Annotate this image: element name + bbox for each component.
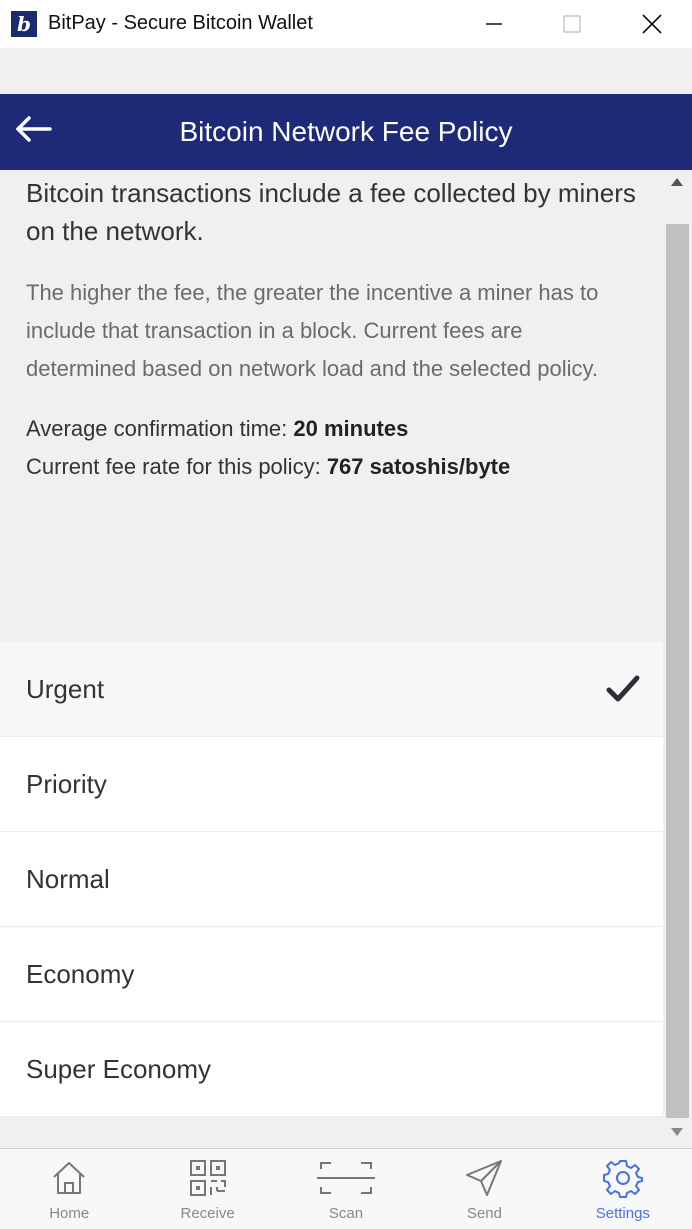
- fee-rate-row: Current fee rate for this policy: 767 sa…: [26, 448, 637, 486]
- fee-option-economy[interactable]: Economy: [0, 927, 663, 1022]
- fee-policy-content: Bitcoin transactions include a fee colle…: [0, 170, 663, 1148]
- fee-rate-value: 767 satoshis/byte: [326, 454, 511, 479]
- tab-label: Scan: [328, 1205, 364, 1222]
- window-titlebar: b BitPay - Secure Bitcoin Wallet: [0, 0, 692, 48]
- tab-label: Home: [49, 1205, 90, 1222]
- fee-info-section: Bitcoin transactions include a fee colle…: [0, 170, 663, 642]
- tab-scan[interactable]: Scan: [277, 1149, 415, 1229]
- fee-option-normal[interactable]: Normal: [0, 832, 663, 927]
- tab-label: Receive: [180, 1205, 235, 1222]
- scroll-down-arrow-icon[interactable]: [671, 1128, 683, 1136]
- home-icon: [53, 1162, 85, 1194]
- gear-icon: [602, 1160, 643, 1198]
- page-title: Bitcoin Network Fee Policy: [179, 116, 513, 147]
- fee-option-urgent[interactable]: Urgent: [0, 642, 663, 737]
- qr-code-icon: [189, 1160, 226, 1196]
- confirmation-time-label: Average confirmation time:: [26, 416, 288, 441]
- scroll-up-arrow-icon[interactable]: [671, 178, 683, 186]
- close-button[interactable]: [622, 0, 682, 48]
- minimize-icon: [486, 23, 502, 25]
- fee-description-text: The higher the fee, the greater the ince…: [26, 280, 599, 381]
- bitpay-logo-icon: b: [11, 11, 37, 37]
- tab-settings[interactable]: Settings: [554, 1149, 692, 1229]
- fee-option-priority[interactable]: Priority: [0, 737, 663, 832]
- fee-option-label: Super Economy: [26, 1053, 211, 1084]
- minimize-button[interactable]: [464, 0, 524, 48]
- tab-home[interactable]: Home: [0, 1149, 138, 1229]
- fee-option-label: Normal: [26, 863, 110, 894]
- confirmation-time-row: Average confirmation time: 20 minutes: [26, 410, 637, 448]
- fee-option-super-economy[interactable]: Super Economy: [0, 1022, 663, 1117]
- maximize-button[interactable]: [542, 0, 602, 48]
- fee-rate-label: Current fee rate for this policy:: [26, 454, 321, 479]
- fee-option-label: Urgent: [26, 673, 105, 704]
- send-icon: [466, 1160, 503, 1196]
- confirmation-time-value: 20 minutes: [293, 416, 409, 441]
- scroll-thumb[interactable]: [666, 224, 689, 1118]
- page-header: Bitcoin Network Fee Policy: [0, 94, 692, 170]
- close-icon: [642, 14, 662, 34]
- fee-lead-text: Bitcoin transactions include a fee colle…: [26, 178, 636, 246]
- tab-label: Send: [466, 1205, 502, 1222]
- tab-label: Settings: [595, 1205, 650, 1222]
- window-title: BitPay - Secure Bitcoin Wallet: [48, 12, 313, 34]
- checkmark-icon: [606, 675, 640, 702]
- fee-option-label: Economy: [26, 958, 135, 989]
- fee-option-label: Priority: [26, 768, 107, 799]
- maximize-icon: [563, 15, 581, 33]
- tab-receive[interactable]: Receive: [138, 1149, 276, 1229]
- scan-icon: [317, 1162, 376, 1194]
- bottom-tab-bar: Home Receive Scan Send Settings: [0, 1148, 692, 1229]
- tab-send[interactable]: Send: [415, 1149, 553, 1229]
- vertical-scrollbar[interactable]: [663, 170, 692, 1148]
